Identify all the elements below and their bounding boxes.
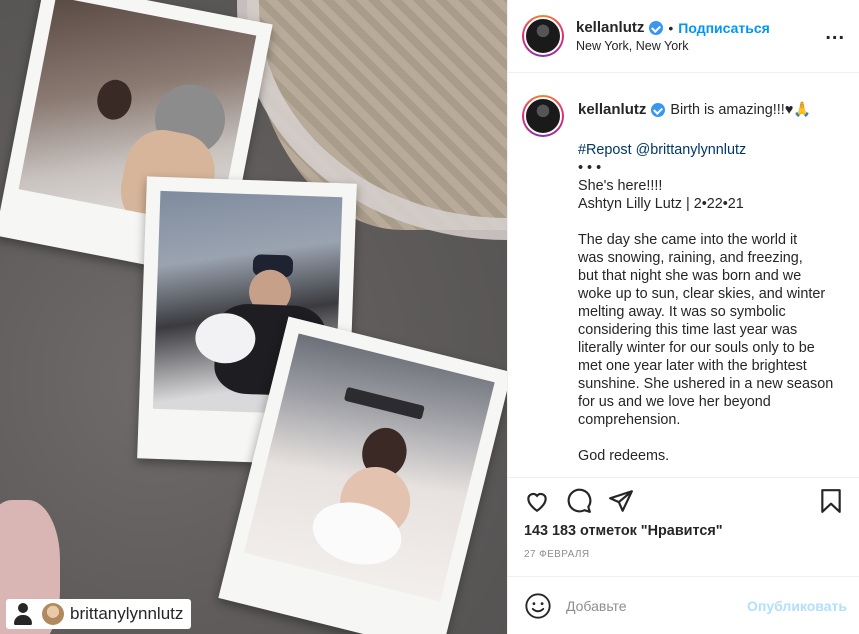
caption-line: comprehension. <box>578 412 681 428</box>
follow-button[interactable]: Подписаться <box>678 20 770 36</box>
caption-username[interactable]: kellanlutz <box>578 101 646 119</box>
verified-icon <box>651 103 666 117</box>
action-bar <box>508 477 859 523</box>
likes-count[interactable]: 143 183 отметок "Нравится" <box>524 523 723 539</box>
caption-line: woke up to sun, clear skies, and winter <box>578 286 826 302</box>
share-icon[interactable] <box>608 488 634 514</box>
post-header: kellanlutz • Подписаться New York, New Y… <box>508 0 859 73</box>
bookmark-icon[interactable] <box>818 488 844 514</box>
caption-line: melting away. It was so symbolic <box>578 304 786 320</box>
more-icon[interactable]: ... <box>825 23 845 43</box>
caption-line: literally winter for our souls only to b… <box>578 340 815 356</box>
emoji-icon[interactable] <box>524 592 552 620</box>
post-location[interactable]: New York, New York <box>576 39 770 53</box>
caption-line: The day she came into the world it <box>578 232 798 248</box>
post-date[interactable]: 27 ФЕВРАЛЯ <box>524 549 590 560</box>
comment-icon[interactable] <box>566 488 592 514</box>
tag-username[interactable]: brittanylynnlutz <box>70 604 183 624</box>
separator-dot: • <box>668 19 674 36</box>
caption-line: was snowing, raining, and freezing, <box>578 250 803 266</box>
publish-button[interactable]: Опубликовать <box>747 598 847 614</box>
caption-area: kellanlutz Birth is amazing!!!♥🙏 #Repost… <box>508 73 859 477</box>
caption-avatar[interactable] <box>522 95 564 137</box>
heart-icon[interactable] <box>524 488 550 514</box>
photo-tag[interactable]: brittanylynnlutz <box>6 599 192 629</box>
comment-input[interactable] <box>566 597 747 614</box>
caption-closing: God redeems. <box>578 448 670 464</box>
caption-line: met one year later with the brightest <box>578 358 807 374</box>
caption-line: She's here!!!! <box>578 178 663 194</box>
verified-icon <box>649 20 664 35</box>
post-sidebar: kellanlutz • Подписаться New York, New Y… <box>507 0 859 634</box>
caption-line: Ashtyn Lilly Lutz | 2•22•21 <box>578 196 744 212</box>
caption-line: sunshine. She ushered in a new season <box>578 376 834 392</box>
comment-bar: Опубликовать <box>508 576 859 634</box>
author-username[interactable]: kellanlutz <box>576 19 644 36</box>
author-avatar[interactable] <box>522 15 564 57</box>
user-tag-icon[interactable] <box>10 601 36 627</box>
tag-avatar <box>42 603 64 625</box>
caption-line: for us and we love her beyond <box>578 394 771 410</box>
caption-line: but that night she was born and we <box>578 268 802 284</box>
post-photo[interactable]: brittanylynnlutz <box>0 0 507 634</box>
repost-link[interactable]: #Repost @brittanylynnlutz <box>578 141 840 159</box>
caption-first-line: Birth is amazing!!!♥🙏 <box>670 102 812 118</box>
caption-dots: • • • <box>578 160 602 176</box>
caption-line: considering this time last year was <box>578 322 798 338</box>
